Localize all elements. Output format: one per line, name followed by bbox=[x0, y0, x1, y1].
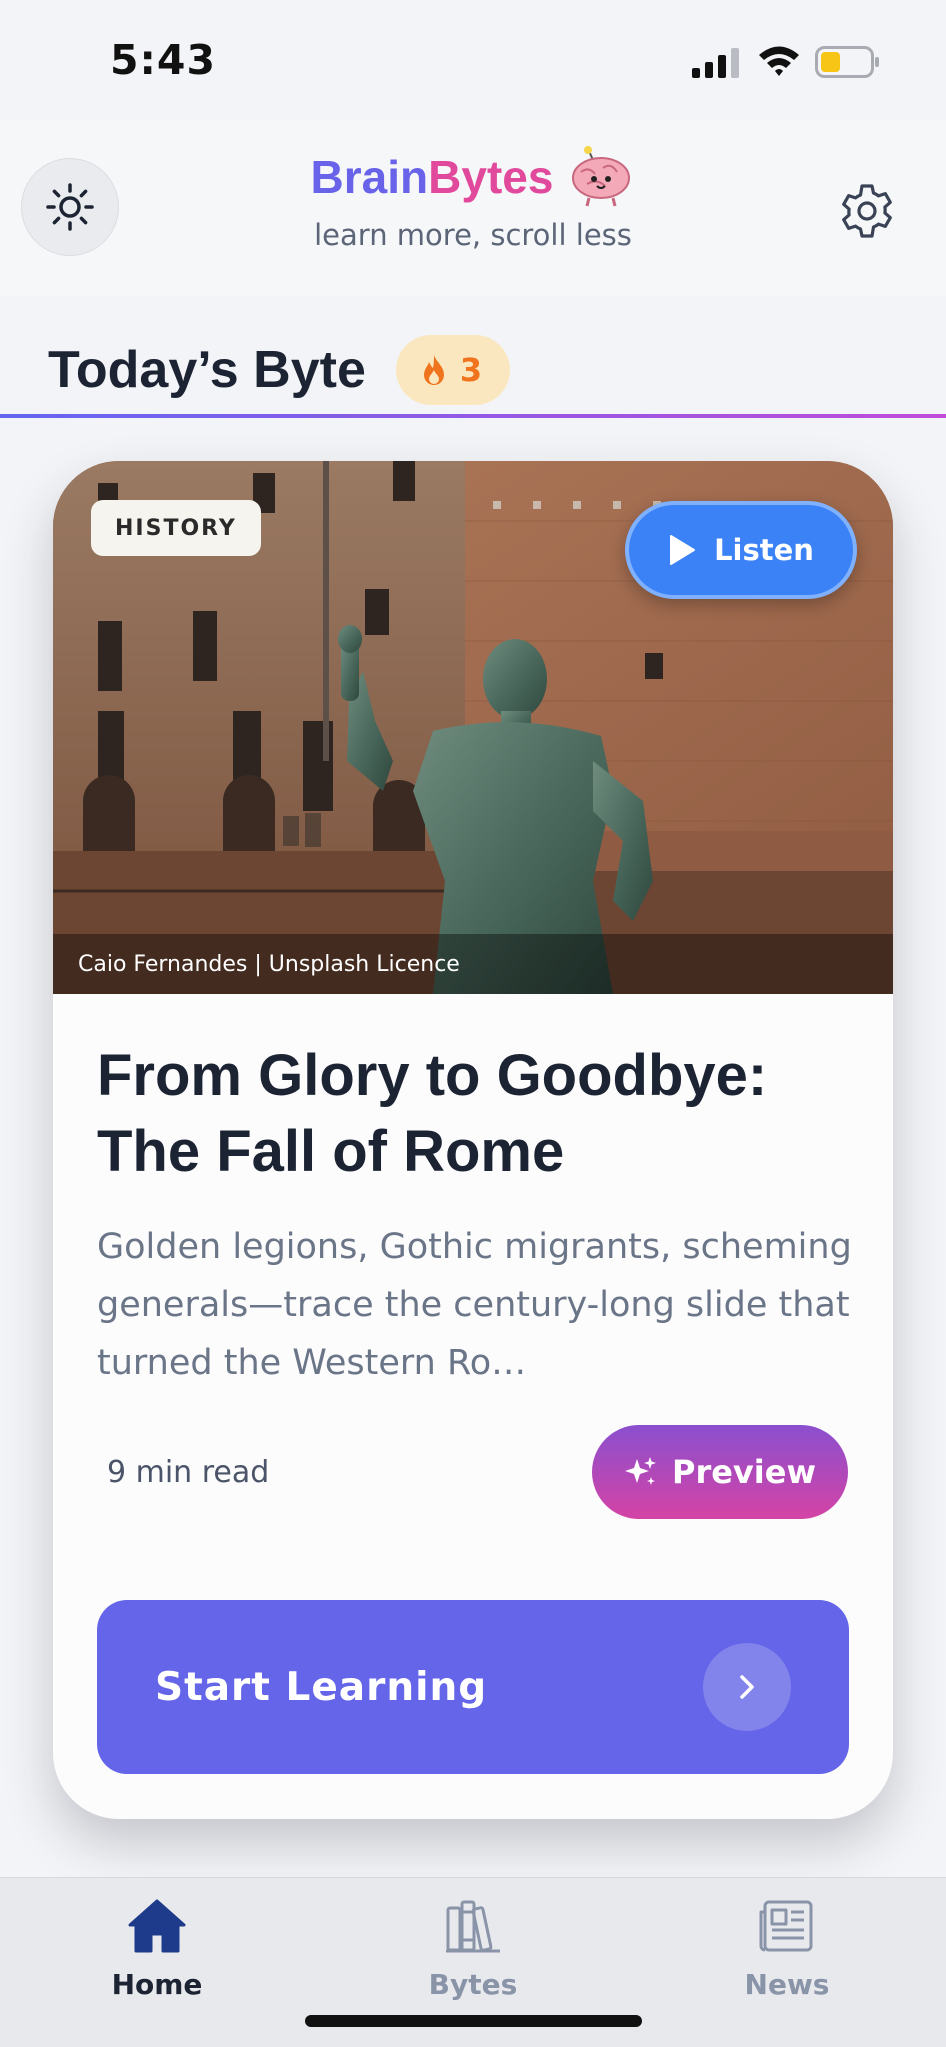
read-time: 9 min read bbox=[107, 1455, 270, 1490]
header-divider bbox=[0, 414, 946, 418]
section-title: Today’s Byte bbox=[48, 341, 366, 399]
wifi-icon bbox=[759, 46, 799, 76]
brand-bytes: Bytes bbox=[428, 151, 554, 203]
nav-item-news[interactable]: News bbox=[687, 1898, 887, 2001]
nav-item-home[interactable]: Home bbox=[57, 1898, 257, 2001]
home-indicator bbox=[305, 2015, 642, 2027]
preview-label: Preview bbox=[671, 1453, 817, 1491]
status-time: 5:43 bbox=[110, 36, 216, 84]
books-icon bbox=[446, 1900, 500, 1953]
play-icon bbox=[670, 535, 696, 565]
nav-label-bytes: Bytes bbox=[428, 1968, 518, 2001]
photo-credit: Caio Fernandes | Unsplash Licence bbox=[53, 934, 893, 994]
chevron-right-icon bbox=[703, 1643, 791, 1731]
article-summary: Golden legions, Gothic migrants, schemin… bbox=[97, 1227, 852, 1383]
sparkles-icon bbox=[624, 1457, 656, 1485]
brand-brain: Brain bbox=[310, 151, 429, 203]
start-learning-label: Start Learning bbox=[155, 1664, 488, 1710]
brain-mascot-icon bbox=[572, 146, 631, 207]
listen-label: Listen bbox=[714, 533, 814, 567]
status-bar: 5:43 bbox=[0, 0, 946, 120]
tagline: learn more, scroll less bbox=[314, 218, 632, 252]
streak-count: 3 bbox=[459, 351, 483, 389]
todays-byte-card[interactable]: HISTORY Listen Caio Fernandes | Unsplash… bbox=[53, 461, 893, 1819]
hero-image: HISTORY Listen Caio Fernandes | Unsplash… bbox=[53, 461, 893, 994]
app-title: BrainBytes bbox=[311, 146, 636, 208]
category-badge: HISTORY bbox=[91, 500, 261, 556]
nav-label-news: News bbox=[744, 1968, 830, 2001]
nav-label-home: Home bbox=[111, 1968, 203, 2001]
newspaper-icon bbox=[759, 1900, 813, 1952]
preview-button[interactable]: Preview bbox=[592, 1425, 848, 1519]
article-title: From Glory to Goodbye: The Fall of Rome bbox=[97, 1043, 768, 1184]
nav-item-bytes[interactable]: Bytes bbox=[373, 1898, 573, 2001]
streak-badge: 3 bbox=[395, 335, 511, 405]
home-icon bbox=[128, 1899, 186, 1953]
gear-icon[interactable] bbox=[838, 182, 896, 240]
listen-button[interactable]: Listen bbox=[625, 501, 857, 599]
app-header: BrainBytes learn more, scroll less bbox=[0, 120, 946, 418]
battery-low-icon bbox=[815, 46, 879, 78]
cellular-signal-icon bbox=[692, 48, 739, 78]
flame-icon bbox=[423, 355, 444, 385]
start-learning-button[interactable]: Start Learning bbox=[97, 1600, 849, 1774]
brand: BrainBytes learn more, scroll less bbox=[0, 146, 946, 252]
today-section-header: Today’s Byte 3 bbox=[48, 330, 511, 410]
